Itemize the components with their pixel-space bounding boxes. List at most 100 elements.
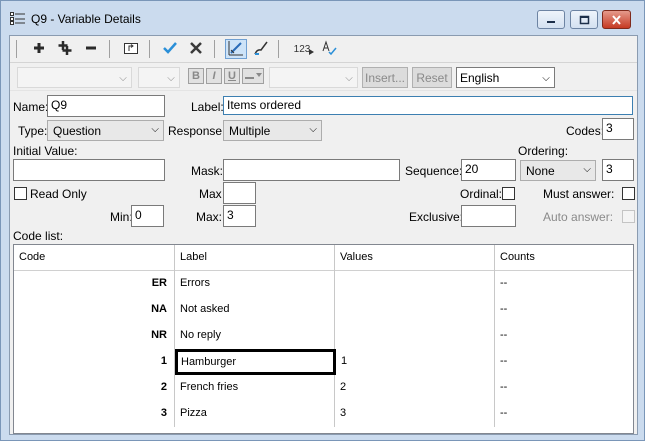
label-cell[interactable]: No reply xyxy=(175,323,335,349)
table-row-selected[interactable]: 1 Hamburger 1 -- xyxy=(14,349,633,375)
auto-answer-checkbox[interactable] xyxy=(622,210,635,223)
window-title: Q9 - Variable Details xyxy=(31,12,141,26)
italic-button[interactable]: I xyxy=(206,68,222,84)
language-value: English xyxy=(460,71,500,85)
name-input[interactable]: Q9 xyxy=(47,95,165,117)
chevron-down-icon: ⌵ xyxy=(542,72,550,84)
style-combo[interactable]: ⌵ xyxy=(269,67,358,88)
code-cell[interactable]: NA xyxy=(14,297,175,323)
max-label: Max: xyxy=(196,210,223,224)
counts-cell[interactable]: -- xyxy=(495,323,633,349)
code-cell[interactable]: 1 xyxy=(14,349,175,375)
move-up-level-icon xyxy=(123,41,139,58)
cancel-x-icon xyxy=(189,41,203,58)
max-top-input[interactable] xyxy=(223,182,256,204)
numbering-button[interactable]: 123 xyxy=(289,39,315,59)
type-value: Question xyxy=(53,124,102,138)
accept-check-icon xyxy=(162,41,178,58)
column-header-code[interactable]: Code xyxy=(14,245,175,271)
values-cell[interactable]: 1 xyxy=(336,349,495,375)
counts-cell[interactable]: -- xyxy=(495,271,633,297)
values-cell[interactable] xyxy=(335,297,495,323)
spellcheck-button[interactable] xyxy=(318,39,340,59)
ordering-value: None xyxy=(526,164,555,178)
column-header-label[interactable]: Label xyxy=(175,245,335,271)
label-cell[interactable]: French fries xyxy=(175,375,335,401)
ordering-select[interactable]: None ⌵ xyxy=(520,160,596,181)
values-cell[interactable]: 2 xyxy=(335,375,495,401)
min-input[interactable]: 0 xyxy=(131,205,164,227)
grid-header: Code Label Values Counts xyxy=(14,245,633,271)
exclusive-input[interactable] xyxy=(461,205,516,227)
grid-edit-icon xyxy=(228,40,244,59)
mask-input[interactable] xyxy=(223,159,400,181)
table-row[interactable]: NR No reply -- xyxy=(14,323,633,349)
must-answer-checkbox[interactable] xyxy=(622,187,635,200)
brush-check-icon xyxy=(253,40,269,59)
column-header-counts[interactable]: Counts xyxy=(495,245,633,271)
font-size-combo[interactable]: ⌵ xyxy=(138,67,180,88)
initial-value-label: Initial Value: xyxy=(13,144,78,158)
type-select[interactable]: Question ⌵ xyxy=(47,120,164,141)
read-only-checkbox[interactable] xyxy=(14,187,27,200)
label-cell[interactable]: Errors xyxy=(175,271,335,297)
counts-cell[interactable]: -- xyxy=(495,349,633,375)
code-cell[interactable]: 3 xyxy=(14,401,175,427)
values-cell[interactable] xyxy=(335,323,495,349)
code-list-label: Code list: xyxy=(13,229,64,243)
font-name-combo[interactable]: ⌵ xyxy=(17,67,132,88)
code-cell[interactable]: ER xyxy=(14,271,175,297)
reset-button[interactable]: Reset xyxy=(412,67,452,88)
table-row[interactable]: NA Not asked -- xyxy=(14,297,633,323)
add-icon xyxy=(32,41,46,58)
remove-button[interactable] xyxy=(80,39,102,59)
grid-edit-button[interactable] xyxy=(225,39,247,59)
column-header-values[interactable]: Values xyxy=(335,245,495,271)
counts-cell[interactable]: -- xyxy=(495,297,633,323)
move-up-level-button[interactable] xyxy=(120,39,142,59)
table-row[interactable]: ER Errors -- xyxy=(14,271,633,297)
language-select[interactable]: English ⌵ xyxy=(456,67,555,88)
initial-value-input[interactable] xyxy=(13,159,165,181)
variable-list-icon xyxy=(10,12,26,25)
label-cell[interactable]: Not asked xyxy=(175,297,335,323)
cancel-button[interactable] xyxy=(185,39,207,59)
label-cell-selected[interactable]: Hamburger xyxy=(175,349,336,375)
accept-button[interactable] xyxy=(159,39,181,59)
brush-check-button[interactable] xyxy=(250,39,272,59)
auto-answer-label: Auto answer: xyxy=(543,210,614,224)
response-select[interactable]: Multiple ⌵ xyxy=(223,120,322,141)
table-row[interactable]: 2 French fries 2 -- xyxy=(14,375,633,401)
exclusive-label: Exclusive: xyxy=(409,210,464,224)
ordinal-checkbox[interactable] xyxy=(502,187,515,200)
values-cell[interactable]: 3 xyxy=(335,401,495,427)
add-multiple-button[interactable] xyxy=(54,39,76,59)
chevron-down-icon: ⌵ xyxy=(583,164,591,175)
label-input[interactable]: Items ordered xyxy=(223,96,633,115)
read-only-label: Read Only xyxy=(30,187,87,201)
counts-cell[interactable]: -- xyxy=(495,401,633,427)
code-cell[interactable]: NR xyxy=(14,323,175,349)
close-icon xyxy=(603,11,630,28)
title-bar[interactable]: Q9 - Variable Details xyxy=(1,1,644,35)
table-row[interactable]: 3 Pizza 3 -- xyxy=(14,401,633,427)
max-input[interactable]: 3 xyxy=(223,205,256,227)
underline-button[interactable]: U xyxy=(224,68,240,84)
underline-style-dropdown[interactable] xyxy=(242,68,264,84)
type-label: Type: xyxy=(18,124,48,138)
sequence-input[interactable]: 20 xyxy=(461,159,516,181)
bold-button[interactable]: B xyxy=(188,68,204,84)
values-cell[interactable] xyxy=(335,271,495,297)
counts-cell[interactable]: -- xyxy=(495,375,633,401)
toolbar-separator xyxy=(16,40,17,58)
code-cell[interactable]: 2 xyxy=(14,375,175,401)
ordering-number-input[interactable]: 3 xyxy=(602,159,634,181)
codes-input[interactable]: 3 xyxy=(602,118,634,140)
add-button[interactable] xyxy=(28,39,50,59)
label-cell[interactable]: Pizza xyxy=(175,401,335,427)
minimize-button[interactable] xyxy=(537,10,565,29)
close-button[interactable] xyxy=(602,10,631,29)
maximize-button[interactable] xyxy=(570,10,598,29)
code-list-grid[interactable]: Code Label Values Counts ER Errors -- NA… xyxy=(13,244,634,434)
insert-button[interactable]: Insert... xyxy=(362,67,408,88)
